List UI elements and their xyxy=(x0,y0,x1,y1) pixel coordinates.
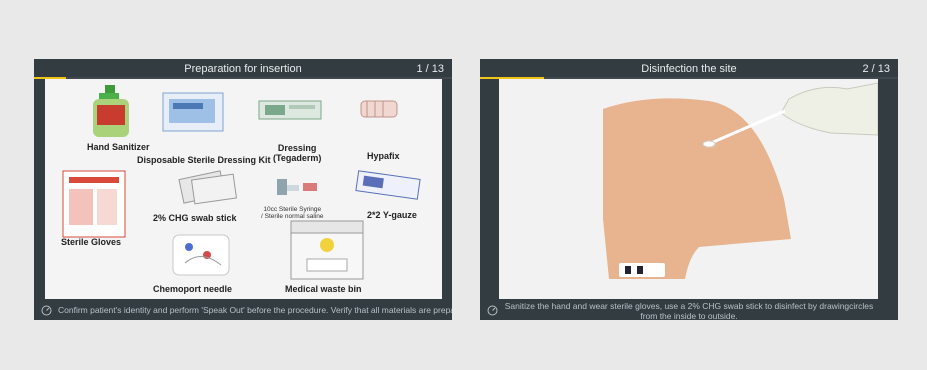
item-label-y-gauze: 2*2 Y-gauze xyxy=(367,210,417,220)
slide-title: Preparation for insertion xyxy=(184,63,302,75)
disinfection-illustration xyxy=(499,79,878,299)
item-label-hand-sanitizer: Hand Sanitizer xyxy=(87,142,150,152)
item-label-dressing-kit: Disposable Sterile Dressing Kit xyxy=(137,155,271,165)
waste-bin-picture xyxy=(290,220,364,280)
disinfection-image xyxy=(499,79,878,299)
item-label-hypafix: Hypafix xyxy=(367,151,400,161)
hypafix-picture xyxy=(360,100,398,118)
item-label-sterile-gloves: Sterile Gloves xyxy=(61,237,122,247)
slide-caption-bar: Confirm patient's identity and perform '… xyxy=(34,299,452,320)
slide-panel-preparation: Preparation for insertion 1 / 13 Hand Sa… xyxy=(34,59,452,320)
item-label-waste-bin: Medical waste bin xyxy=(285,284,362,294)
item-label-chg-swab: 2% CHG swab stick xyxy=(153,213,237,223)
item-label-tegaderm: Dressing (Tegaderm) xyxy=(273,143,322,163)
speed-gauge-icon[interactable] xyxy=(487,305,498,316)
slide-title-bar: Preparation for insertion 1 / 13 xyxy=(34,59,452,78)
speed-gauge-icon[interactable] xyxy=(41,305,52,316)
item-label-syringe: 10cc Sterile Syringe / Sterile normal sa… xyxy=(261,206,324,220)
sterile-gloves-picture xyxy=(62,170,126,238)
chemoport-needle-picture xyxy=(172,234,230,276)
dressing-kit-picture xyxy=(162,92,224,132)
materials-illustration xyxy=(45,79,442,299)
slide-caption: Sanitize the hand and wear sterile glove… xyxy=(504,301,874,320)
slide-caption: Confirm patient's identity and perform '… xyxy=(58,305,452,315)
slide-counter: 2 / 13 xyxy=(862,63,890,75)
slide-counter: 1 / 13 xyxy=(416,63,444,75)
slide-title: Disinfection the site xyxy=(641,63,737,75)
slide-caption-bar: Sanitize the hand and wear sterile glove… xyxy=(480,299,898,320)
item-label-chemoport-needle: Chemoport needle xyxy=(153,284,233,294)
tegaderm-picture xyxy=(258,100,322,120)
materials-image: Hand Sanitizer Disposable Sterile Dressi… xyxy=(45,79,442,299)
slide-title-bar: Disinfection the site 2 / 13 xyxy=(480,59,898,78)
slide-panel-disinfection: Disinfection the site 2 / 13 Sanitize th… xyxy=(480,59,898,320)
